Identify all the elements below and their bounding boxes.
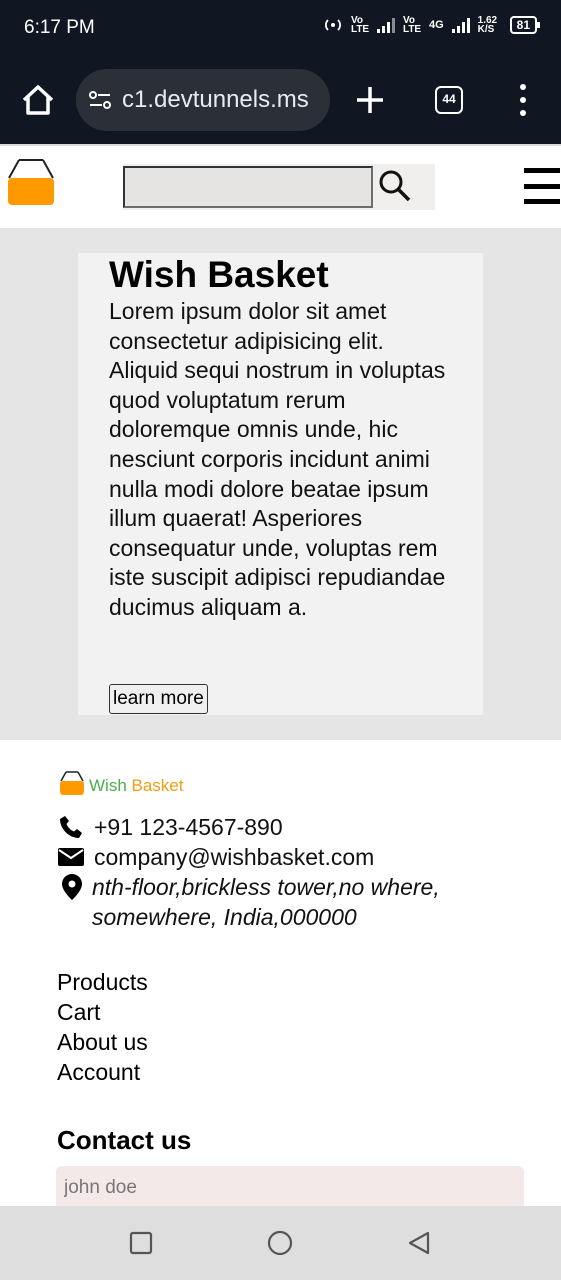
address-text: nth-floor,brickless tower,no where, some… (92, 874, 440, 930)
basket-logo-icon (60, 771, 84, 795)
name-field[interactable] (56, 1166, 524, 1210)
envelope-icon (58, 842, 94, 872)
map-pin-icon (62, 872, 92, 902)
footer-link-account[interactable]: Account (57, 1057, 140, 1087)
home-icon[interactable] (18, 80, 58, 120)
search-icon[interactable] (377, 168, 413, 204)
square-icon[interactable] (128, 1230, 154, 1256)
tab-count: 44 (442, 92, 456, 106)
brand-word-basket: Basket (131, 776, 184, 795)
tabs-icon[interactable]: 44 (435, 86, 463, 114)
status-icons: Vo LTE Vo LTE 4G 1.62 K/S 81 (323, 15, 541, 35)
site-header (0, 144, 561, 228)
contact-us-heading: Contact us (57, 1125, 192, 1155)
url-text[interactable]: c1.devtunnels.ms (122, 86, 309, 114)
hero-body: Lorem ipsum dolor sit amet consectetur a… (109, 298, 446, 620)
footer-brand-text: Wish Basket (89, 776, 184, 796)
phone-number: +91 123-4567-890 (94, 814, 283, 840)
search-input[interactable] (123, 166, 373, 208)
net-label-2: Vo LTE (402, 15, 422, 35)
hero-card: Wish Basket Lorem ipsum dolor sit amet c… (78, 253, 483, 715)
footer-link-products[interactable]: Products (57, 967, 148, 997)
signal-icon (376, 17, 395, 33)
more-vert-icon[interactable] (516, 84, 530, 116)
contact-address: nth-floor,brickless tower,no where, some… (62, 872, 492, 932)
net-label-1: Vo LTE (350, 15, 370, 35)
net-speed: 1.62 K/S (477, 15, 498, 35)
basket-logo-icon[interactable] (6, 156, 56, 206)
contact-email: company@wishbasket.com (58, 842, 374, 872)
hero-title: Wish Basket (109, 254, 329, 295)
back-triangle-icon[interactable] (406, 1230, 432, 1256)
circle-icon[interactable] (267, 1230, 293, 1256)
search-form (123, 164, 435, 210)
hotspot-icon (324, 19, 341, 31)
learn-more-button[interactable]: learn more (109, 684, 208, 714)
hamburger-icon[interactable] (524, 168, 560, 204)
footer-link-about-us[interactable]: About us (57, 1027, 148, 1057)
status-time: 6:17 PM (24, 17, 95, 38)
footer-brand[interactable]: Wish Basket (59, 770, 184, 796)
brand-word-wish: Wish (89, 776, 127, 795)
footer-link-cart[interactable]: Cart (57, 997, 100, 1027)
plus-icon[interactable] (354, 84, 386, 116)
browser-toolbar: c1.devtunnels.ms 44 (0, 56, 561, 144)
net-label-3: 4G (428, 19, 444, 31)
android-status-bar: 6:17 PM Vo LTE Vo LTE 4G 1.62 K/S 81 (0, 0, 561, 56)
hero-section: Wish Basket Lorem ipsum dolor sit amet c… (0, 228, 561, 740)
battery-level: 81 (516, 18, 530, 32)
address-bar[interactable]: c1.devtunnels.ms (76, 69, 330, 131)
android-nav-bar (0, 1206, 561, 1280)
tune-icon[interactable] (88, 88, 112, 112)
phone-icon (58, 812, 94, 842)
email-address: company@wishbasket.com (94, 844, 375, 870)
site-footer: Wish Basket +91 123-4567-890 company@wis… (0, 740, 561, 1210)
signal-icon (451, 17, 470, 33)
contact-phone: +91 123-4567-890 (58, 812, 283, 842)
battery-icon: 81 (509, 16, 541, 34)
